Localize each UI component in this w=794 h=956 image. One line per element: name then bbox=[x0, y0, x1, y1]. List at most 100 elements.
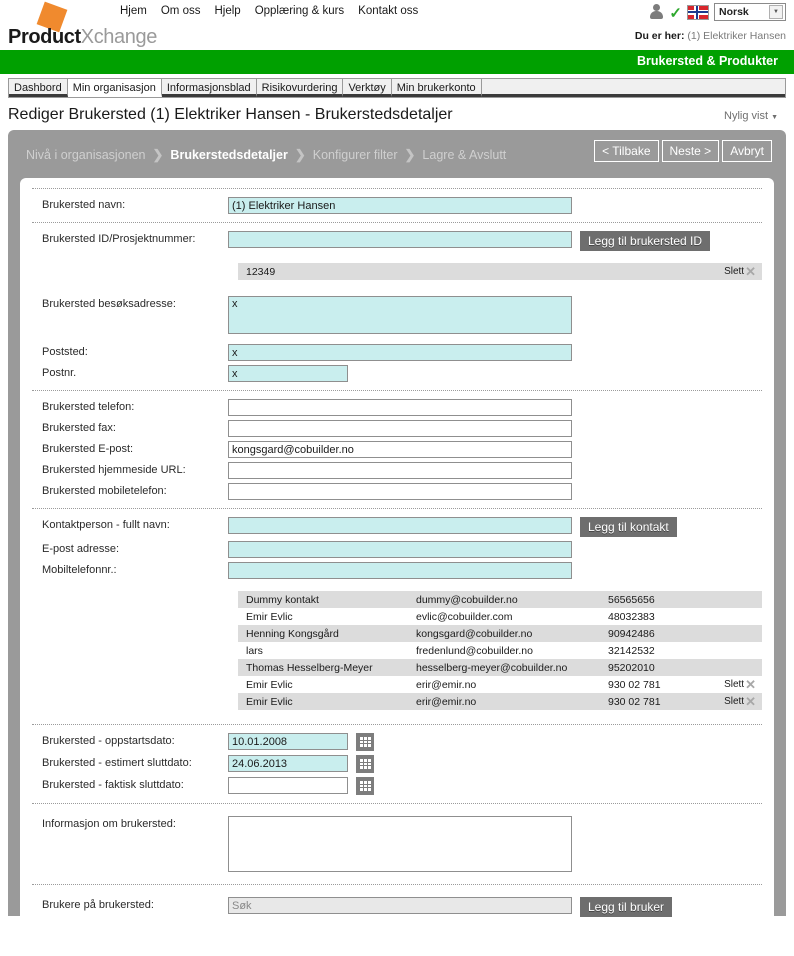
language-select[interactable]: Norsk ▼ bbox=[714, 3, 786, 21]
label-actual-end-date: Brukersted - faktisk sluttdato: bbox=[42, 779, 184, 791]
field-row-start-date: Brukersted - oppstartsdato: bbox=[32, 731, 762, 753]
add-site-id-button[interactable]: Legg til brukersted ID bbox=[580, 231, 711, 251]
email-input[interactable] bbox=[228, 441, 572, 458]
contact-phone: 90942486 bbox=[608, 627, 655, 640]
add-contact-button[interactable]: Legg til kontakt bbox=[580, 517, 677, 537]
contact-email: kongsgard@cobuilder.no bbox=[416, 627, 533, 640]
contact-name: Emir Evlic bbox=[246, 678, 293, 691]
tab-informasjonsblad[interactable]: Informasjonsblad bbox=[161, 79, 257, 97]
info-textarea[interactable] bbox=[228, 816, 572, 872]
contact-email-input[interactable] bbox=[228, 541, 572, 558]
contact-email: erir@emir.no bbox=[416, 678, 477, 691]
mobile-input[interactable] bbox=[228, 483, 572, 500]
contact-name: lars bbox=[246, 644, 263, 657]
actual-end-date-input[interactable] bbox=[228, 777, 348, 794]
topnav-item-om-oss[interactable]: Om oss bbox=[161, 5, 201, 17]
label-contact-email: E-post adresse: bbox=[42, 543, 120, 555]
logo-text-light: Xchange bbox=[80, 26, 158, 48]
field-row-email: Brukersted E-post: bbox=[32, 439, 762, 460]
field-row-contact-email: E-post adresse: bbox=[32, 539, 762, 560]
step-separator-icon: ❯ bbox=[404, 147, 416, 162]
add-user-button[interactable]: Legg til bruker bbox=[580, 897, 673, 917]
table-row: Thomas Hesselberg-Meyer hesselberg-meyer… bbox=[238, 659, 762, 676]
label-users: Brukere på brukersted: bbox=[42, 899, 154, 911]
table-row: Henning Kongsgård kongsgard@cobuilder.no… bbox=[238, 625, 762, 642]
next-button[interactable]: Neste > bbox=[661, 140, 720, 162]
site-id-value: 12349 bbox=[246, 265, 276, 278]
phone-input[interactable] bbox=[228, 399, 572, 416]
breadcrumb: Du er her: (1) Elektriker Hansen bbox=[635, 30, 786, 42]
page-title: Rediger Brukersted (1) Elektriker Hansen… bbox=[8, 106, 453, 123]
fax-input[interactable] bbox=[228, 420, 572, 437]
contact-email: hesselberg-meyer@cobuilder.no bbox=[416, 661, 568, 674]
contact-email: erir@emir.no bbox=[416, 695, 477, 708]
topnav-item-hjelp[interactable]: Hjelp bbox=[214, 5, 240, 17]
postal-code-input[interactable] bbox=[228, 365, 348, 382]
contact-phone: 56565656 bbox=[608, 593, 655, 606]
field-row-site-id: Brukersted ID/Prosjektnummer: Legg til b… bbox=[32, 229, 762, 253]
delete-site-id-button[interactable]: Slett ✕ bbox=[714, 265, 756, 278]
chevron-down-icon: ▼ bbox=[771, 114, 778, 121]
wizard-step-brukerstedsdetaljer[interactable]: Brukerstedsdetaljer bbox=[170, 148, 287, 162]
delete-contact-button[interactable]: Slett ✕ bbox=[714, 678, 756, 691]
label-estimated-end-date: Brukersted - estimert sluttdato: bbox=[42, 757, 192, 769]
wizard-panel: Nivå i organisasjonen ❯ Brukerstedsdetal… bbox=[8, 130, 786, 918]
cancel-button[interactable]: Avbryt bbox=[722, 140, 772, 162]
breadcrumb-value: (1) Elektriker Hansen bbox=[687, 30, 786, 42]
wizard-buttons: < Tilbake Neste > Avbryt bbox=[594, 140, 772, 162]
delete-contact-button[interactable]: Slett ✕ bbox=[714, 695, 756, 708]
site-id-input[interactable] bbox=[228, 231, 572, 248]
calendar-icon[interactable] bbox=[356, 777, 374, 795]
recently-viewed-dropdown[interactable]: Nylig vist ▼ bbox=[724, 110, 778, 122]
close-icon: ✕ bbox=[745, 264, 756, 279]
tab-min-brukerkonto[interactable]: Min brukerkonto bbox=[391, 79, 482, 97]
tab-min-organisasjon[interactable]: Min organisasjon bbox=[67, 79, 162, 97]
field-row-phone: Brukersted telefon: bbox=[32, 397, 762, 418]
topnav-item-kontakt-oss[interactable]: Kontakt oss bbox=[358, 5, 418, 17]
recently-viewed-label: Nylig vist bbox=[724, 110, 769, 122]
field-row-estimated-end-date: Brukersted - estimert sluttdato: bbox=[32, 753, 762, 775]
wizard-step-konfigurer-filter[interactable]: Konfigurer filter bbox=[313, 148, 398, 162]
wizard-step-niva-i-organisasjonen[interactable]: Nivå i organisasjonen bbox=[26, 148, 146, 162]
field-row-visit-address: Brukersted besøksadresse: bbox=[32, 294, 762, 336]
top-navigation: Hjem Om oss Hjelp Opplæring & kurs Konta… bbox=[120, 5, 418, 17]
wizard-step-lagre-avslutt[interactable]: Lagre & Avslutt bbox=[422, 148, 506, 162]
contact-name: Thomas Hesselberg-Meyer bbox=[246, 661, 373, 674]
logged-in-check-icon: ✓ bbox=[669, 4, 682, 22]
calendar-icon[interactable] bbox=[356, 733, 374, 751]
postal-place-input[interactable] bbox=[228, 344, 572, 361]
start-date-input[interactable] bbox=[228, 733, 348, 750]
logo-text-bold: Product bbox=[8, 26, 81, 48]
logo-wordmark: ProductXchange bbox=[8, 26, 157, 49]
topnav-item-hjem[interactable]: Hjem bbox=[120, 5, 147, 17]
label-start-date: Brukersted - oppstartsdato: bbox=[42, 735, 175, 747]
productxchange-logo[interactable]: ProductXchange bbox=[8, 1, 157, 50]
field-row-contact-name: Kontaktperson - fullt navn: Legg til kon… bbox=[32, 515, 762, 539]
page-title-row: Rediger Brukersted (1) Elektriker Hansen… bbox=[0, 98, 794, 130]
label-contact-mobile: Mobiltelefonnr.: bbox=[42, 564, 117, 576]
calendar-icon[interactable] bbox=[356, 755, 374, 773]
visit-address-textarea[interactable] bbox=[228, 296, 572, 334]
label-website: Brukersted hjemmeside URL: bbox=[42, 464, 186, 476]
user-search-input[interactable] bbox=[228, 897, 572, 914]
table-row: Emir Evlic evlic@cobuilder.com 48032383 bbox=[238, 608, 762, 625]
contact-name: Emir Evlic bbox=[246, 610, 293, 623]
website-input[interactable] bbox=[228, 462, 572, 479]
chevron-down-icon: ▼ bbox=[769, 5, 783, 19]
contact-name-input[interactable] bbox=[228, 517, 572, 534]
delete-label: Slett bbox=[724, 266, 745, 277]
topnav-item-opplaering[interactable]: Opplæring & kurs bbox=[255, 5, 344, 17]
back-button[interactable]: < Tilbake bbox=[594, 140, 659, 162]
tab-bar-filler bbox=[481, 79, 785, 97]
site-name-input[interactable] bbox=[228, 197, 572, 214]
contact-mobile-input[interactable] bbox=[228, 562, 572, 579]
field-row-info: Informasjon om brukersted: bbox=[32, 814, 762, 874]
estimated-end-date-input[interactable] bbox=[228, 755, 348, 772]
tab-dashbord[interactable]: Dashbord bbox=[9, 79, 68, 97]
user-icon[interactable] bbox=[648, 3, 668, 21]
delete-label: Slett bbox=[724, 679, 745, 690]
field-row-actual-end-date: Brukersted - faktisk sluttdato: bbox=[32, 775, 762, 797]
tab-risikovurdering[interactable]: Risikovurdering bbox=[256, 79, 344, 97]
field-row-users: Brukere på brukersted: Legg til bruker bbox=[32, 895, 762, 918]
tab-verktoy[interactable]: Verktøy bbox=[343, 79, 392, 97]
